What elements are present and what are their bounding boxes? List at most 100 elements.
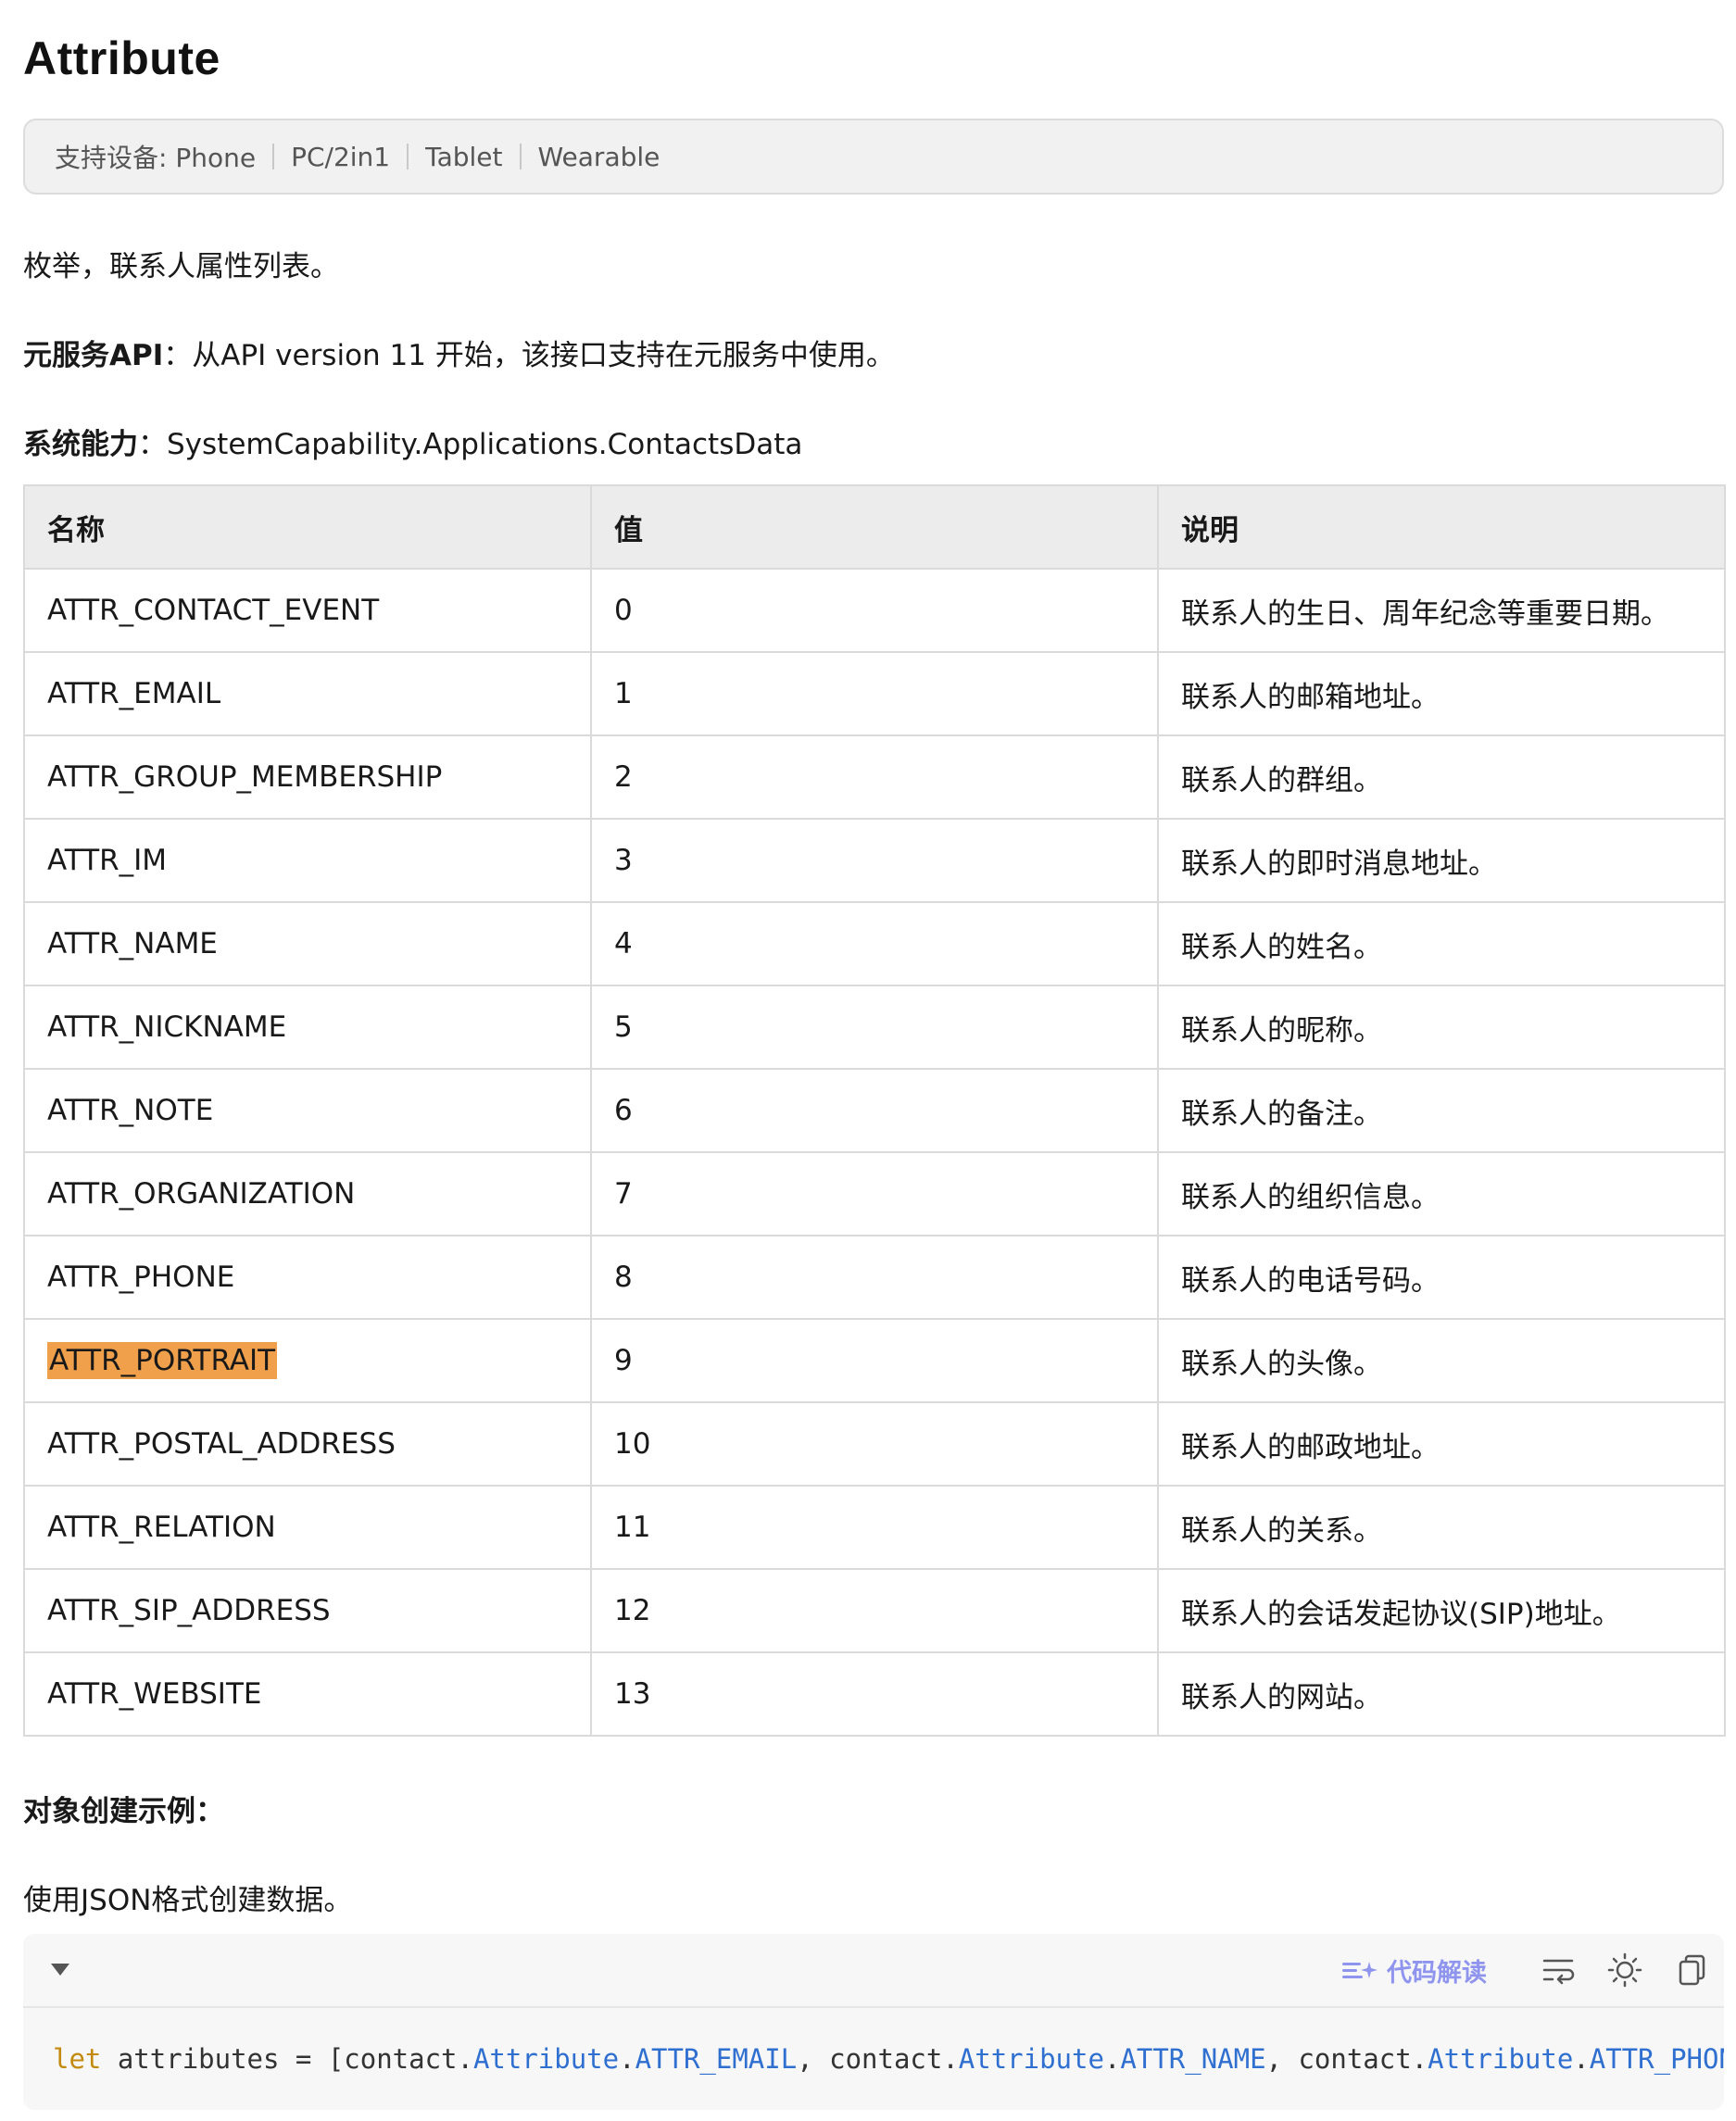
cell-desc: 联系人的备注。 <box>1157 1068 1726 1153</box>
table-row: ATTR_NAME 4 联系人的姓名。 <box>23 901 1726 986</box>
cell-value: 0 <box>590 568 1159 653</box>
attribute-table: 名称 值 说明 ATTR_CONTACT_EVENT 0 联系人的生日、周年纪念等重… <box>23 484 1726 1737</box>
header-value: 值 <box>590 484 1159 570</box>
table-row: ATTR_WEBSITE 13 联系人的网站。 <box>23 1651 1726 1737</box>
cell-value: 7 <box>590 1151 1159 1236</box>
code-toolbar: 代码解读 <box>23 1934 1724 2008</box>
cell-name: ATTR_EMAIL <box>23 651 592 736</box>
code-dot: . <box>1573 2043 1590 2075</box>
collapse-caret-icon[interactable] <box>51 1964 69 1976</box>
header-description: 说明 <box>1157 484 1726 570</box>
cell-value: 9 <box>590 1318 1159 1403</box>
wrap-lines-icon[interactable] <box>1541 1952 1576 1988</box>
cell-name: ATTR_NICKNAME <box>23 985 592 1070</box>
ai-sparkle-icon <box>1342 1962 1377 1978</box>
code-block: 代码解读 let attributes = [contact.Attribute… <box>23 1934 1724 2110</box>
table-row: ATTR_CONTACT_EVENT 0 联系人的生日、周年纪念等重要日期。 <box>23 568 1726 653</box>
cell-name: ATTR_PHONE <box>23 1235 592 1320</box>
code-ident: attributes = [contact. <box>101 2043 473 2075</box>
table-row: ATTR_NICKNAME 5 联系人的昵称。 <box>23 985 1726 1070</box>
cell-desc: 联系人的网站。 <box>1157 1651 1726 1737</box>
cell-name: ATTR_CONTACT_EVENT <box>23 568 592 653</box>
divider <box>407 144 409 169</box>
cell-value: 3 <box>590 818 1159 903</box>
syscap-label: 系统能力 <box>23 428 138 461</box>
code-type: Attribute <box>1428 2043 1574 2075</box>
cell-name: ATTR_IM <box>23 818 592 903</box>
cell-value: 8 <box>590 1235 1159 1320</box>
cell-desc: 联系人的昵称。 <box>1157 985 1726 1070</box>
divider <box>272 144 275 169</box>
doc-page: Attribute 支持设备: Phone PC/2in1 Tablet Wea… <box>0 0 1736 2121</box>
code-line: let attributes = [contact.Attribute.ATTR… <box>53 2043 1724 2075</box>
cell-value: 6 <box>590 1068 1159 1153</box>
cell-desc: 联系人的关系。 <box>1157 1485 1726 1570</box>
table-row: ATTR_SIP_ADDRESS 12 联系人的会话发起协议(SIP)地址。 <box>23 1568 1726 1653</box>
syscap-text: ：SystemCapability.Applications.ContactsD… <box>138 428 803 461</box>
device-wearable: Wearable <box>537 141 660 172</box>
atomic-service-note: 元服务API：从API version 11 开始，该接口支持在元服务中使用。 <box>23 332 895 373</box>
atomic-label: 元服务API <box>23 339 164 372</box>
atomic-text: ：从API version 11 开始，该接口支持在元服务中使用。 <box>163 339 895 372</box>
cell-name: ATTR_NOTE <box>23 1068 592 1153</box>
table-row: ATTR_GROUP_MEMBERSHIP 2 联系人的群组。 <box>23 734 1726 820</box>
code-explain-button[interactable]: 代码解读 <box>1340 1952 1487 1988</box>
cell-desc: 联系人的邮箱地址。 <box>1157 651 1726 736</box>
table-row: ATTR_EMAIL 1 联系人的邮箱地址。 <box>23 651 1726 736</box>
cell-desc: 联系人的会话发起协议(SIP)地址。 <box>1157 1568 1726 1653</box>
cell-desc: 联系人的即时消息地址。 <box>1157 818 1726 903</box>
cell-value: 2 <box>590 734 1159 820</box>
example-text: 使用JSON格式创建数据。 <box>23 1884 353 1917</box>
table-row: ATTR_PORTRAIT 9 联系人的头像。 <box>23 1318 1726 1403</box>
cell-name: ATTR_GROUP_MEMBERSHIP <box>23 734 592 820</box>
code-keyword: let <box>53 2043 102 2075</box>
cell-desc: 联系人的电话号码。 <box>1157 1235 1726 1320</box>
code-sep: , contact. <box>797 2043 959 2075</box>
cell-name: ATTR_POSTAL_ADDRESS <box>23 1401 592 1487</box>
table-row: ATTR_ORGANIZATION 7 联系人的组织信息。 <box>23 1151 1726 1236</box>
table-row: ATTR_NOTE 6 联系人的备注。 <box>23 1068 1726 1153</box>
copy-icon[interactable] <box>1674 1952 1709 1988</box>
cell-name: ATTR_ORGANIZATION <box>23 1151 592 1236</box>
table-row: ATTR_IM 3 联系人的即时消息地址。 <box>23 818 1726 903</box>
code-explain-label: 代码解读 <box>1387 1958 1487 1988</box>
system-capability: 系统能力：SystemCapability.Applications.Conta… <box>23 420 802 462</box>
example-heading: 对象创建示例： <box>23 1788 224 1829</box>
device-tablet: Tablet <box>425 141 503 172</box>
cell-value: 12 <box>590 1568 1159 1653</box>
table-header-row: 名称 值 说明 <box>23 484 1726 570</box>
cell-name: ATTR_WEBSITE <box>23 1651 592 1737</box>
cell-desc: 联系人的生日、周年纪念等重要日期。 <box>1157 568 1726 653</box>
code-enum-value: ATTR_EMAIL <box>635 2043 798 2075</box>
cell-name: ATTR_PORTRAIT <box>23 1318 592 1403</box>
search-highlight: ATTR_PORTRAIT <box>47 1342 278 1379</box>
page-title: Attribute <box>23 32 220 84</box>
cell-desc: 联系人的头像。 <box>1157 1318 1726 1403</box>
devices-label: 支持设备: Phone <box>55 143 257 173</box>
cell-desc: 联系人的邮政地址。 <box>1157 1401 1726 1487</box>
cell-value: 11 <box>590 1485 1159 1570</box>
header-name: 名称 <box>23 484 592 570</box>
cell-value: 5 <box>590 985 1159 1070</box>
cell-desc: 联系人的组织信息。 <box>1157 1151 1726 1236</box>
code-type: Attribute <box>958 2043 1104 2075</box>
example-title: 对象创建示例： <box>23 1795 224 1828</box>
supported-devices-bar: 支持设备: Phone PC/2in1 Tablet Wearable <box>23 119 1724 195</box>
code-sep: , contact. <box>1265 2043 1428 2075</box>
table-row: ATTR_RELATION 11 联系人的关系。 <box>23 1485 1726 1570</box>
cell-desc: 联系人的群组。 <box>1157 734 1726 820</box>
cell-name: ATTR_NAME <box>23 901 592 986</box>
code-type: Attribute <box>472 2043 620 2075</box>
code-enum-value: ATTR_NAME <box>1120 2043 1266 2075</box>
code-dot: . <box>1103 2043 1121 2075</box>
code-enum-value: ATTR_PHONE <box>1589 2043 1724 2075</box>
theme-sun-icon[interactable] <box>1607 1952 1642 1988</box>
table-row: ATTR_POSTAL_ADDRESS 10 联系人的邮政地址。 <box>23 1401 1726 1487</box>
device-pc: PC/2in1 <box>291 141 391 172</box>
intro-text: 枚举，联系人属性列表。 <box>23 250 339 283</box>
cell-desc: 联系人的姓名。 <box>1157 901 1726 986</box>
divider <box>519 144 522 169</box>
cell-value: 1 <box>590 651 1159 736</box>
cell-value: 13 <box>590 1651 1159 1737</box>
table-row: ATTR_PHONE 8 联系人的电话号码。 <box>23 1235 1726 1320</box>
